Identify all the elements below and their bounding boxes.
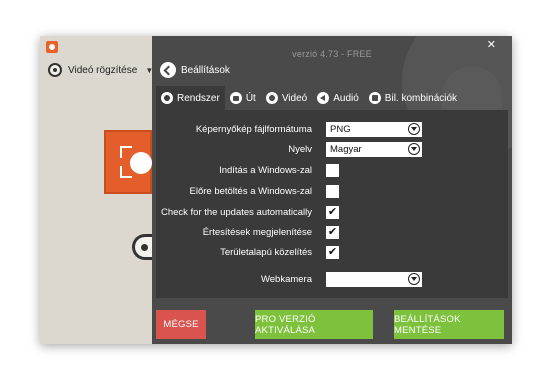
setting-row-language: Nyelv Magyar [156, 142, 508, 158]
setting-label: Check for the updates automatically [160, 207, 312, 218]
show-notifications-checkbox[interactable]: ✔ [326, 226, 339, 239]
setting-row-start-with-windows: Indítás a Windows-zal [156, 163, 508, 179]
record-icon [48, 63, 62, 77]
area-zoom-checkbox[interactable]: ✔ [326, 246, 339, 259]
dropdown-value: PNG [330, 124, 351, 135]
screenshot-format-dropdown[interactable]: PNG [326, 122, 422, 137]
chevron-down-icon [408, 273, 420, 285]
setting-row-screenshot-format: Képernyőkép fájlformátuma PNG [156, 122, 508, 138]
tab-video[interactable]: Videó [261, 86, 312, 110]
app-logo-icon [46, 41, 58, 53]
activate-pro-button[interactable]: PRO VERZIÓ AKTIVÁLÁSA [255, 310, 373, 339]
webcam-dropdown[interactable] [326, 272, 422, 287]
cancel-button[interactable]: MÉGSE [156, 310, 206, 339]
check-updates-checkbox[interactable]: ✔ [326, 206, 339, 219]
speaker-icon [317, 92, 330, 104]
setting-label: Előre betöltés a Windows-zal [189, 186, 313, 197]
keyboard-icon [368, 92, 381, 104]
app-window: Videó rögzítése ▼ ✕ verzió 4.73 - FREE B… [40, 36, 512, 344]
setting-label: Értesítések megjelenítése [202, 227, 312, 238]
setting-row-area-zoom: Területalapú közelítés ✔ [156, 245, 508, 261]
setting-row-preload: Előre betöltés a Windows-zal [156, 184, 508, 200]
setting-label: Területalapú közelítés [220, 247, 312, 258]
setting-row-notifications: Értesítések megjelenítése ✔ [156, 225, 508, 241]
settings-footer: MÉGSE PRO VERZIÓ AKTIVÁLÁSA BEÁLLÍTÁSOK … [152, 306, 512, 344]
setting-row-check-updates: Check for the updates automatically ✔ [156, 205, 508, 221]
chevron-down-icon [408, 123, 420, 135]
start-with-windows-checkbox[interactable] [326, 164, 339, 177]
tab-path[interactable]: Út [225, 86, 261, 110]
setting-label: Indítás a Windows-zal [219, 165, 312, 176]
chevron-down-icon [408, 143, 420, 155]
tab-label: Bil. kombinációk [384, 92, 458, 104]
settings-title: Beállítások [181, 64, 230, 76]
setting-label: Webkamera [260, 274, 312, 285]
tab-label: Videó [281, 92, 308, 104]
setting-label: Nyelv [288, 144, 312, 155]
settings-tabs: Rendszer Út Videó Audió Bil. kombinációk [156, 86, 462, 110]
tab-label: Audió [333, 92, 359, 104]
video-icon [265, 92, 278, 104]
tab-system[interactable]: Rendszer [156, 86, 225, 110]
record-mode-selector[interactable]: Videó rögzítése ▼ [48, 63, 153, 77]
record-mode-label: Videó rögzítése [68, 64, 138, 76]
main-app-background: Videó rögzítése ▼ [40, 36, 153, 344]
preload-with-windows-checkbox[interactable] [326, 185, 339, 198]
save-settings-button[interactable]: BEÁLLÍTÁSOK MENTÉSE [394, 310, 504, 339]
tab-label: Rendszer [177, 92, 220, 104]
gear-icon [161, 92, 173, 104]
folder-icon [229, 92, 242, 104]
dropdown-value: Magyar [330, 144, 362, 155]
system-settings-panel: Képernyőkép fájlformátuma PNG Nyelv Magy… [156, 110, 508, 298]
tab-hotkeys[interactable]: Bil. kombinációk [364, 86, 462, 110]
setting-row-webcam: Webkamera [156, 272, 508, 288]
version-label: verzió 4.73 - FREE [292, 49, 372, 59]
record-button[interactable] [132, 234, 152, 260]
tab-audio[interactable]: Audió [312, 86, 364, 110]
back-button[interactable]: Beállítások [160, 62, 230, 78]
capture-area-icon[interactable] [104, 130, 152, 194]
setting-label: Képernyőkép fájlformátuma [195, 124, 312, 135]
tab-label: Út [245, 92, 256, 104]
back-arrow-icon [160, 62, 176, 78]
settings-overlay: ✕ verzió 4.73 - FREE Beállítások Rendsze… [152, 36, 512, 344]
language-dropdown[interactable]: Magyar [326, 142, 422, 157]
